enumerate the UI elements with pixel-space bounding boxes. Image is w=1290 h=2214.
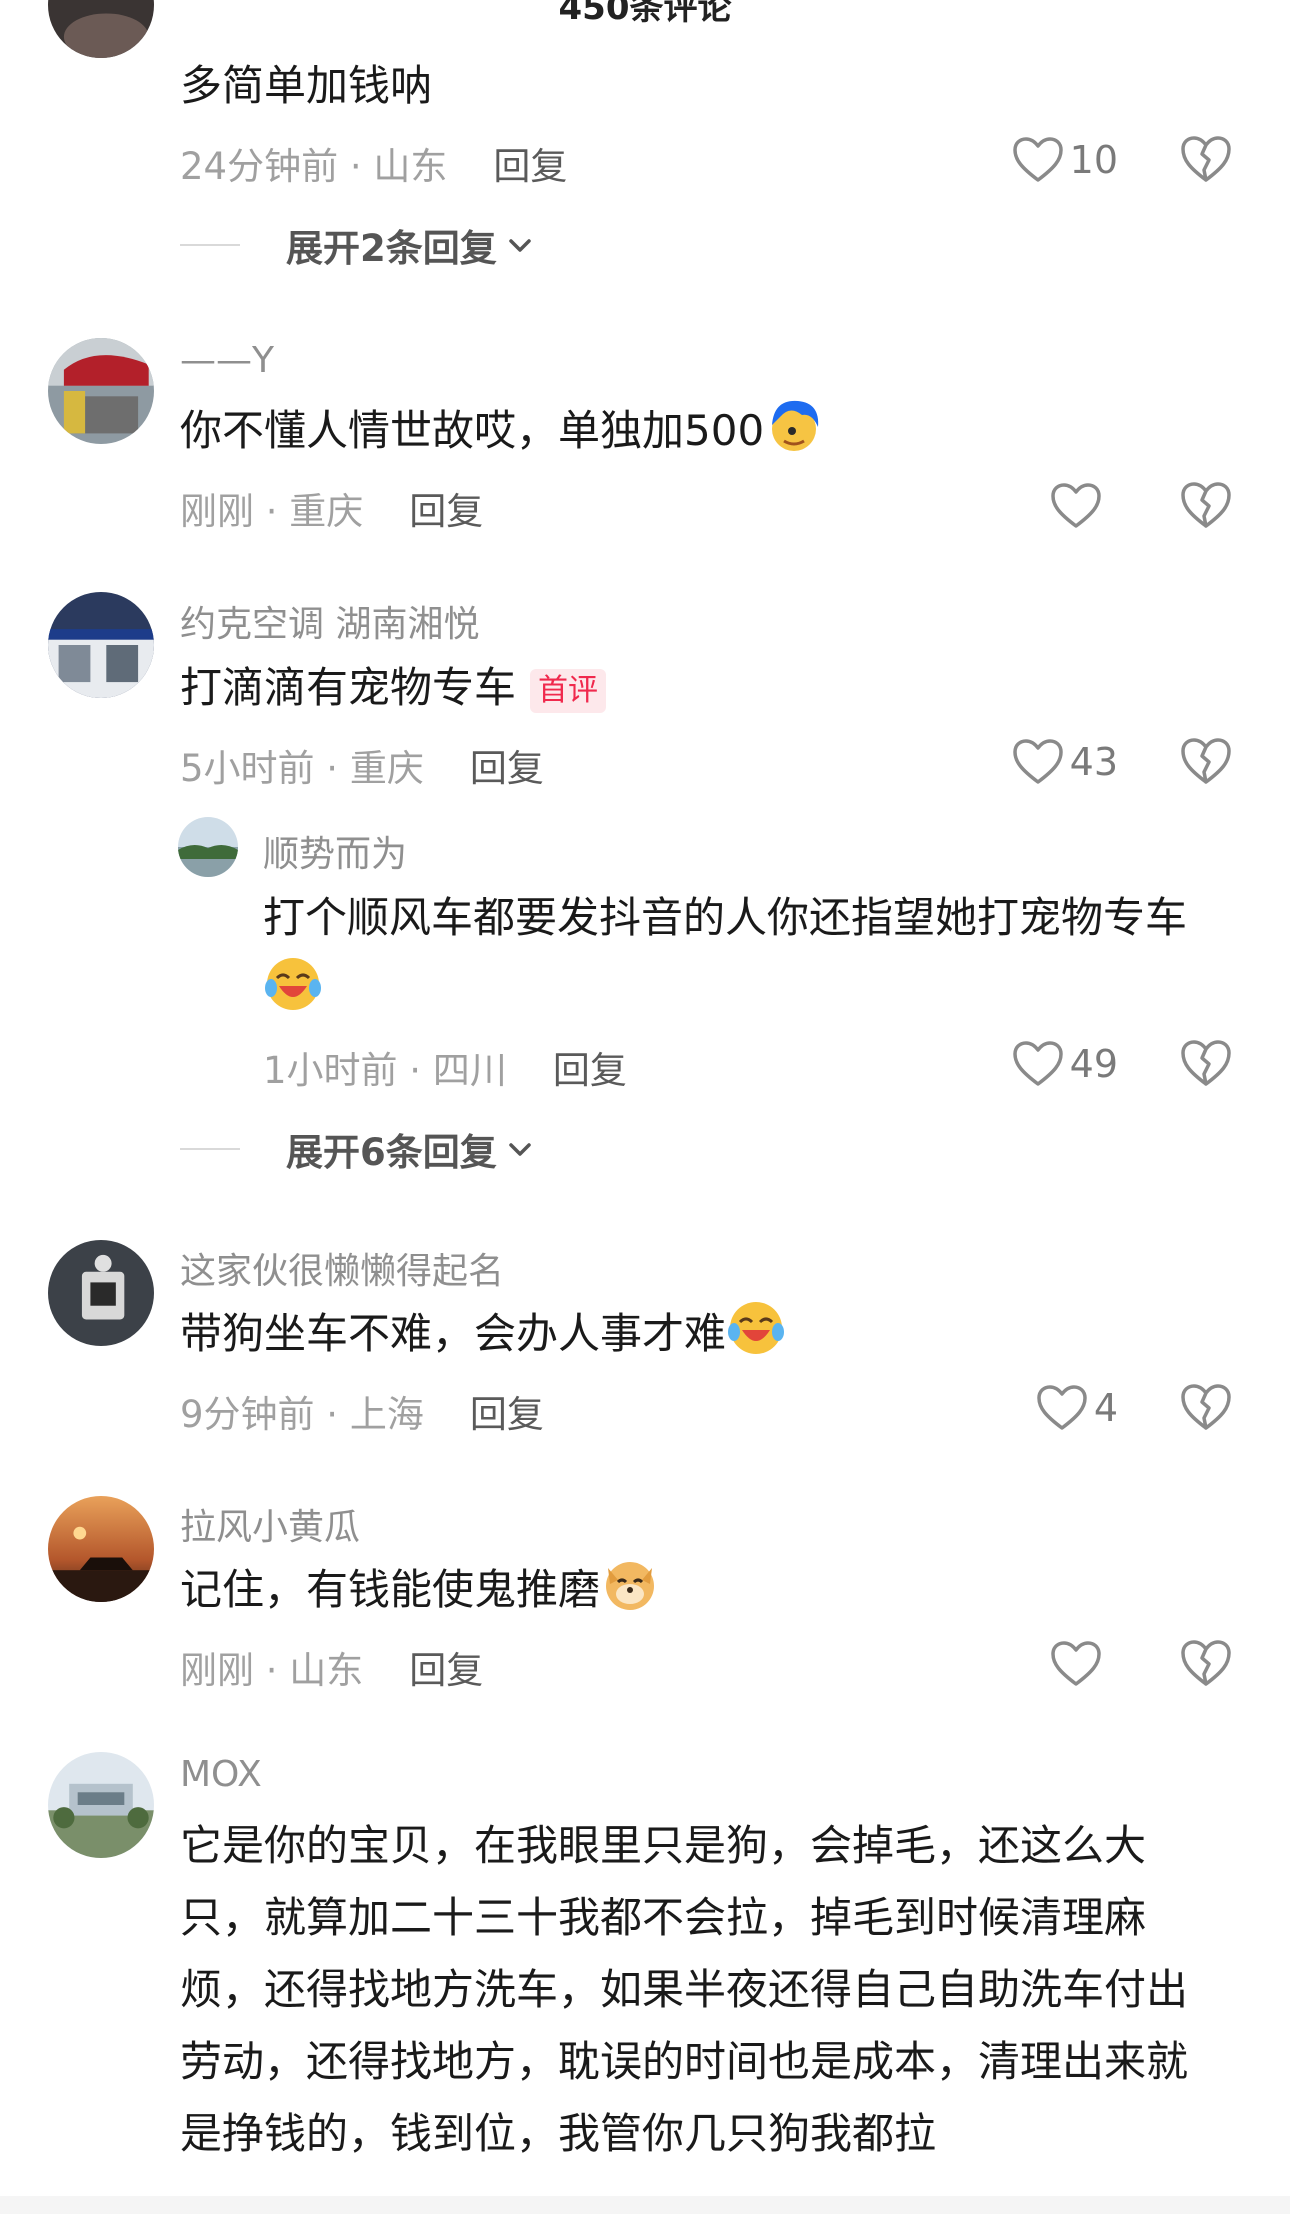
expand-replies-label: 展开6条回复: [286, 1131, 497, 1174]
like-button[interactable]: 49: [1012, 1034, 1118, 1094]
reply-text: 打个顺风车都要发抖音的人你还指望她打宠物专车: [263, 893, 1188, 942]
like-button[interactable]: [1050, 476, 1118, 536]
heart-outline-icon: [1012, 137, 1063, 182]
like-button[interactable]: 10: [1012, 130, 1118, 190]
like-count: 10: [1069, 138, 1118, 182]
username[interactable]: 这家伙很懒懒得起名: [180, 1242, 504, 1294]
reply-button[interactable]: 回复: [409, 490, 483, 533]
reply-button[interactable]: 回复: [470, 747, 544, 790]
comment-time-location: 1小时前 · 四川: [263, 1049, 507, 1092]
chevron-down-icon: [509, 239, 531, 252]
heart-outline-icon: [1012, 1041, 1063, 1086]
comment-meta: 1小时前 · 四川 回复: [263, 1040, 627, 1094]
comment-time-location: 9分钟前 · 上海: [180, 1393, 424, 1436]
comment-meta: 5小时前 · 重庆 回复: [180, 738, 544, 792]
heart-outline-icon: [1012, 739, 1063, 784]
reply-button[interactable]: 回复: [493, 145, 567, 188]
like-count: 4: [1093, 1386, 1118, 1430]
reply-emoji-line: [263, 954, 323, 1026]
reply-button[interactable]: 回复: [553, 1049, 627, 1092]
comment-time-location: 刚刚 · 重庆: [180, 490, 364, 533]
expand-replies-button[interactable]: 展开2条回复: [180, 218, 535, 272]
comment-text-line: 是挣钱的，钱到位，我管你几只狗我都拉: [180, 2109, 937, 2158]
comment-text: 多简单加钱呐: [180, 61, 433, 110]
comment-text: 它是你的宝贝，在我眼里只是狗，会掉毛，还这么大 只，就算加二十三十我都不会拉，掉…: [180, 1810, 1240, 2170]
broken-heart-icon[interactable]: [1180, 134, 1232, 184]
bottom-divider: [0, 2196, 1290, 2214]
heart-outline-icon: [1051, 483, 1101, 528]
heart-outline-icon: [1037, 1385, 1087, 1430]
first-comment-badge: 首评: [530, 668, 607, 713]
avatar[interactable]: [48, 338, 154, 444]
username[interactable]: MOX: [180, 1754, 262, 1795]
avatar[interactable]: [48, 0, 154, 58]
comment-time-location: 5小时前 · 重庆: [180, 747, 424, 790]
like-button[interactable]: [1050, 1634, 1118, 1694]
comment-meta: 刚刚 · 重庆 回复: [180, 481, 483, 535]
heart-outline-icon: [1051, 1641, 1101, 1686]
like-count: 43: [1069, 740, 1118, 784]
comment-text-line: 劳动，还得找地方，耽误的时间也是成本，清理出来就: [180, 2037, 1189, 2086]
username[interactable]: 约克空调 湖南湘悦: [180, 595, 479, 647]
broken-heart-icon[interactable]: [1180, 1038, 1232, 1088]
comment-text: 带狗坐车不难，会办人事才难: [180, 1298, 786, 1370]
emoji-laugh-cry-icon: [263, 954, 323, 1014]
comment-time-location: 刚刚 · 山东: [180, 1649, 364, 1692]
avatar[interactable]: [48, 592, 154, 698]
broken-heart-icon[interactable]: [1180, 480, 1232, 530]
comments-count-title: 450条评论: [558, 0, 732, 28]
comment-text-line: 它是你的宝贝，在我眼里只是狗，会掉毛，还这么大: [180, 1821, 1147, 1870]
comment-text: 你不懂人情世故哎，单独加500: [180, 395, 824, 467]
expand-replies-label: 展开2条回复: [286, 227, 497, 270]
comment-meta: 24分钟前 · 山东 回复: [180, 136, 567, 190]
username[interactable]: ——Y: [180, 340, 274, 381]
avatar[interactable]: [178, 817, 238, 877]
divider: [180, 244, 240, 246]
reply-button[interactable]: 回复: [470, 1393, 544, 1436]
emoji-laugh-cry-icon: [726, 1298, 786, 1358]
comment-text-line: 只，就算加二十三十我都不会拉，掉毛到时候清理麻: [180, 1893, 1147, 1942]
comment-text: 打滴滴有宠物专车 首评: [180, 652, 607, 724]
chevron-down-icon: [509, 1143, 531, 1156]
broken-heart-icon[interactable]: [1180, 1382, 1232, 1432]
comment-text-line: 烦，还得找地方洗车，如果半夜还得自己自助洗车付出: [180, 1965, 1189, 2014]
reply-button[interactable]: 回复: [409, 1649, 483, 1692]
avatar[interactable]: [48, 1752, 154, 1858]
comment-meta: 刚刚 · 山东 回复: [180, 1640, 483, 1694]
comment-time-location: 24分钟前 · 山东: [180, 145, 448, 188]
comment-text-body: 带狗坐车不难，会办人事才难: [180, 1309, 727, 1358]
broken-heart-icon[interactable]: [1180, 736, 1232, 786]
emoji-blue-hair-icon: [764, 395, 824, 455]
username[interactable]: 拉风小黄瓜: [180, 1498, 360, 1550]
expand-replies-button[interactable]: 展开6条回复: [180, 1122, 535, 1176]
emoji-doge-icon: [600, 1554, 660, 1614]
broken-heart-icon[interactable]: [1180, 1638, 1232, 1688]
comment-text: 记住，有钱能使鬼推磨: [180, 1554, 660, 1626]
like-button[interactable]: 4: [1036, 1378, 1118, 1438]
comment-meta: 9分钟前 · 上海 回复: [180, 1384, 544, 1438]
comment-text-body: 打滴滴有宠物专车: [180, 663, 517, 712]
comment-text-body: 记住，有钱能使鬼推磨: [180, 1565, 601, 1614]
avatar[interactable]: [48, 1240, 154, 1346]
username[interactable]: 顺势而为: [263, 825, 407, 877]
like-count: 49: [1069, 1042, 1118, 1086]
divider: [180, 1148, 240, 1150]
comment-text-body: 你不懂人情世故哎，单独加500: [180, 406, 765, 455]
avatar[interactable]: [48, 1496, 154, 1602]
like-button[interactable]: 43: [1012, 732, 1118, 792]
